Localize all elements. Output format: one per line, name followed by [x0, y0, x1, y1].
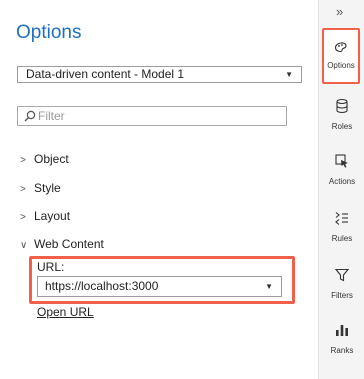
model-select-value: Data-driven content - Model 1 — [26, 67, 185, 81]
caret-down-icon: ▼ — [285, 70, 293, 79]
rules-icon — [335, 212, 348, 225]
section-label: Layout — [34, 209, 71, 223]
funnel-icon — [334, 268, 350, 282]
rail-item-rules[interactable]: Rules — [319, 210, 364, 243]
model-select[interactable]: Data-driven content - Model 1 ▼ — [17, 66, 302, 83]
rail-item-label: Rules — [331, 234, 353, 243]
caret-down-icon: ▼ — [265, 282, 273, 291]
right-rail: » Options Roles Actions Rules Filters Ra… — [318, 0, 364, 379]
bar-chart-icon — [336, 325, 348, 336]
database-icon — [336, 98, 348, 114]
collapse-panel-icon[interactable]: » — [336, 4, 343, 19]
chevron-right-icon: > — [20, 212, 26, 223]
rail-item-ranks[interactable]: Ranks — [319, 322, 364, 355]
paint-options-icon — [334, 42, 347, 53]
chevron-right-icon: > — [20, 155, 26, 166]
rail-item-label: Ranks — [330, 346, 354, 355]
open-url-link[interactable]: Open URL — [37, 305, 94, 319]
section-label: Web Content — [34, 237, 104, 251]
cursor-icon — [335, 154, 348, 168]
section-web-content[interactable]: ∨ Web Content — [20, 237, 104, 251]
filter-input[interactable] — [38, 108, 278, 124]
url-select-value: https://localhost:3000 — [45, 279, 159, 293]
rail-item-actions[interactable]: Actions — [319, 153, 364, 186]
filter-field[interactable] — [17, 106, 287, 126]
rail-item-label: Options — [327, 61, 355, 70]
url-select[interactable]: https://localhost:3000 ▼ — [37, 276, 282, 297]
page-title: Options — [16, 22, 82, 43]
chevron-down-icon: ∨ — [20, 240, 28, 251]
rail-item-label: Roles — [331, 122, 353, 131]
rail-item-options[interactable]: Options — [322, 28, 360, 84]
section-object[interactable]: > Object — [20, 152, 69, 166]
rail-item-label: Filters — [331, 291, 353, 300]
section-layout[interactable]: > Layout — [20, 209, 70, 223]
search-icon — [24, 110, 36, 122]
section-style[interactable]: > Style — [20, 181, 61, 195]
url-label: URL: — [37, 260, 65, 274]
rail-item-label: Actions — [328, 177, 356, 186]
section-label: Style — [34, 181, 61, 195]
rail-item-filters[interactable]: Filters — [319, 267, 364, 300]
rail-item-roles[interactable]: Roles — [319, 98, 364, 131]
options-panel: Options Data-driven content - Model 1 ▼ … — [0, 0, 318, 379]
section-label: Object — [34, 152, 69, 166]
chevron-right-icon: > — [20, 184, 26, 195]
